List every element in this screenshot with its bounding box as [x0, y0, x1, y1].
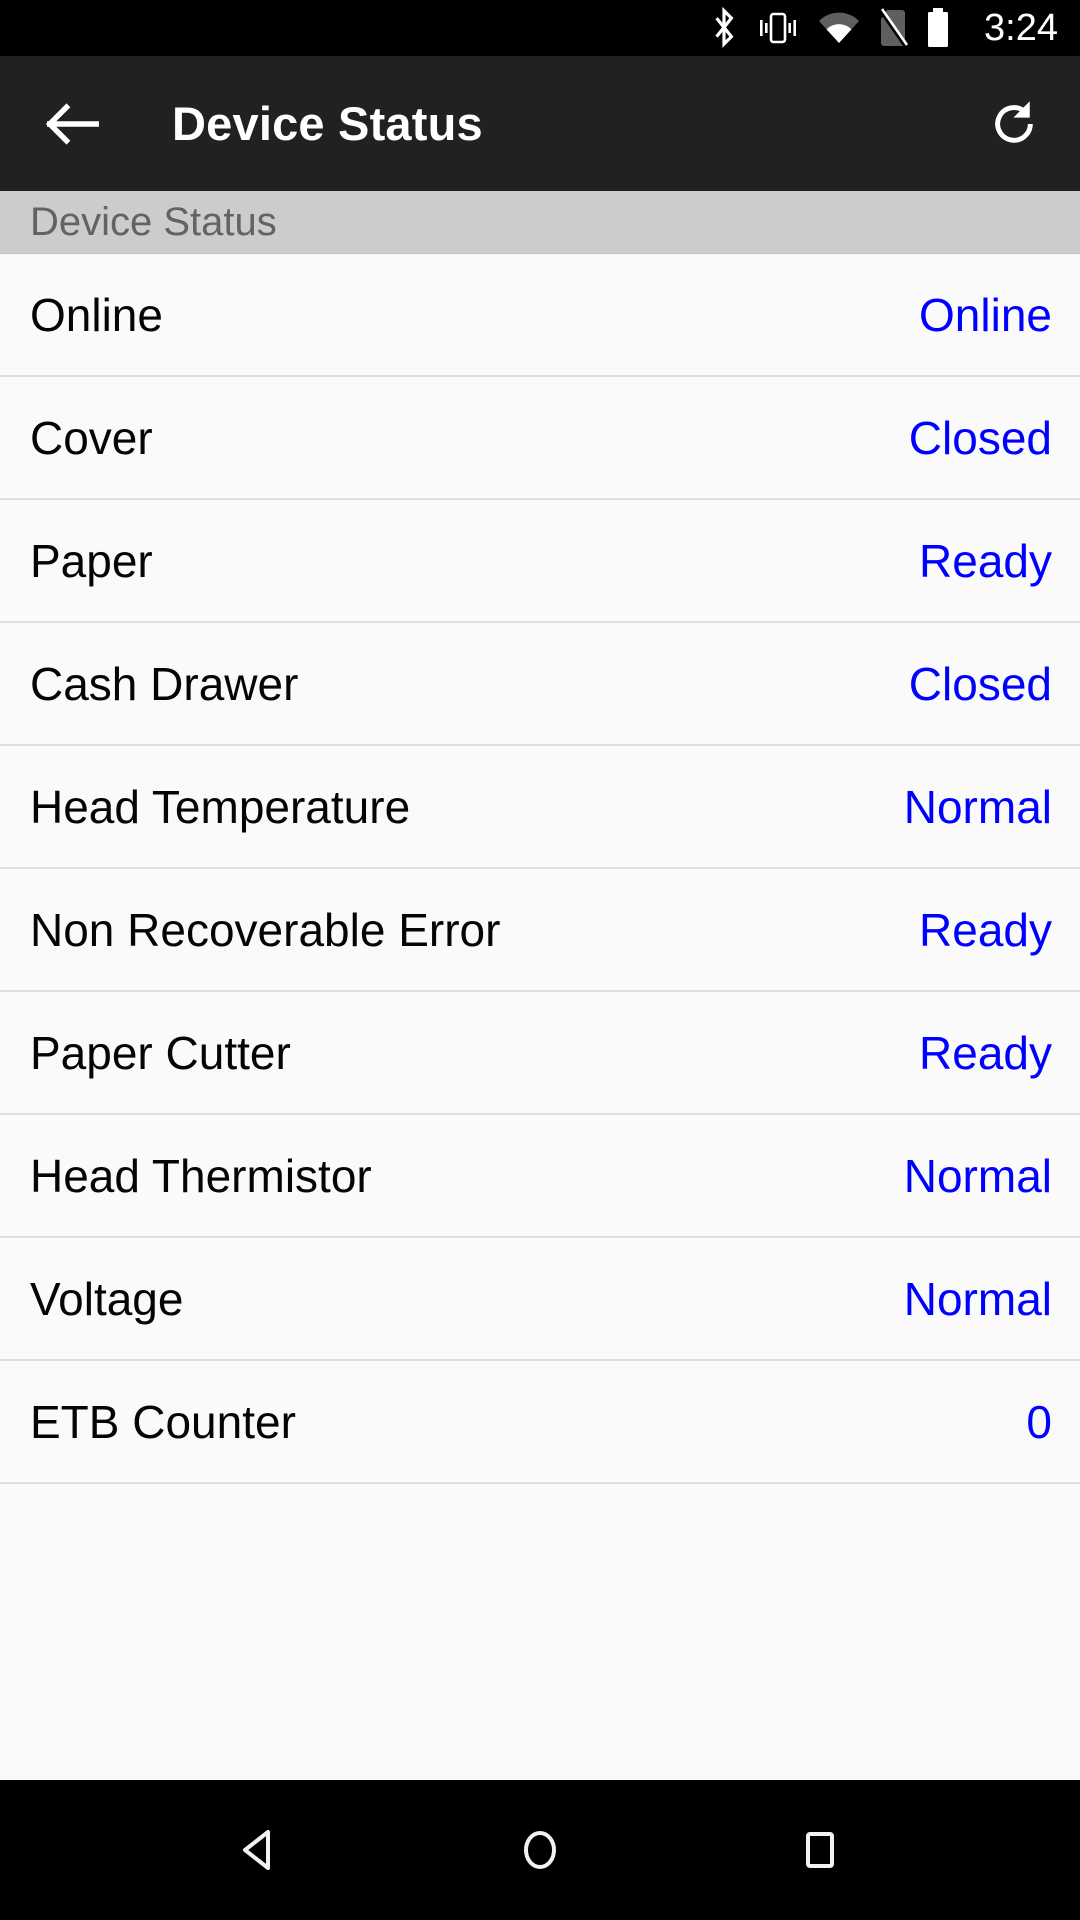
app-toolbar: Device Status: [0, 56, 1080, 191]
row-label: Head Temperature: [30, 780, 411, 833]
back-arrow-icon[interactable]: [42, 93, 104, 155]
row-label: Head Thermistor: [30, 1149, 372, 1202]
table-row[interactable]: Cover Closed: [0, 377, 1080, 500]
row-label: Paper: [30, 534, 153, 587]
row-value: 0: [1026, 1395, 1052, 1448]
status-bar: 3:24: [0, 0, 1080, 56]
row-value: Closed: [908, 657, 1052, 710]
refresh-icon[interactable]: [986, 96, 1042, 152]
page-title: Device Status: [172, 97, 483, 150]
table-row[interactable]: Non Recoverable Error Ready: [0, 869, 1080, 992]
table-row[interactable]: Head Thermistor Normal: [0, 1115, 1080, 1238]
section-header-device-status: Device Status: [0, 191, 1080, 254]
table-row[interactable]: Paper Cutter Ready: [0, 992, 1080, 1115]
row-label: Cash Drawer: [30, 657, 299, 710]
table-row[interactable]: Online Online: [0, 254, 1080, 377]
row-value: Normal: [903, 1272, 1052, 1325]
status-bar-clock: 3:24: [984, 7, 1058, 49]
no-sim-icon: [878, 8, 909, 48]
nav-recents-icon: [806, 1832, 834, 1868]
row-label: Non Recoverable Error: [30, 903, 501, 956]
row-label: Paper Cutter: [30, 1026, 291, 1079]
row-value: Ready: [919, 534, 1052, 587]
bluetooth-icon: [715, 7, 734, 48]
table-row[interactable]: Voltage Normal: [0, 1238, 1080, 1361]
phone-screen: 3:24 Device Status Device Status Online O…: [0, 0, 1080, 1920]
status-bar-icons: 3:24: [709, 7, 1058, 49]
row-label: Voltage: [30, 1272, 184, 1325]
row-value: Closed: [908, 411, 1052, 464]
row-label: Cover: [30, 411, 153, 464]
table-row[interactable]: Cash Drawer Closed: [0, 623, 1080, 746]
section-header-label: Device Status: [30, 199, 277, 244]
wifi-icon: [819, 12, 860, 43]
row-value: Ready: [919, 1026, 1052, 1079]
nav-home-button[interactable]: [505, 1815, 575, 1885]
table-row[interactable]: Head Temperature Normal: [0, 746, 1080, 869]
android-nav-bar: [0, 1780, 1080, 1920]
row-value: Ready: [919, 903, 1052, 956]
table-row[interactable]: Paper Ready: [0, 500, 1080, 623]
row-value: Normal: [903, 780, 1052, 833]
row-value: Normal: [903, 1149, 1052, 1202]
battery-full-icon: [928, 8, 949, 47]
row-value: Online: [919, 288, 1052, 341]
nav-back-icon: [243, 1830, 270, 1870]
nav-recents-button[interactable]: [785, 1815, 855, 1885]
nav-back-button[interactable]: [225, 1815, 295, 1885]
table-row[interactable]: ETB Counter 0: [0, 1361, 1080, 1484]
row-label: Online: [30, 288, 163, 341]
device-status-list[interactable]: Online Online Cover Closed Paper Ready Cash Dr…: [0, 254, 1080, 1920]
row-label: ETB Counter: [30, 1395, 296, 1448]
vibrate-icon: [760, 12, 797, 44]
nav-home-icon: [524, 1831, 556, 1869]
